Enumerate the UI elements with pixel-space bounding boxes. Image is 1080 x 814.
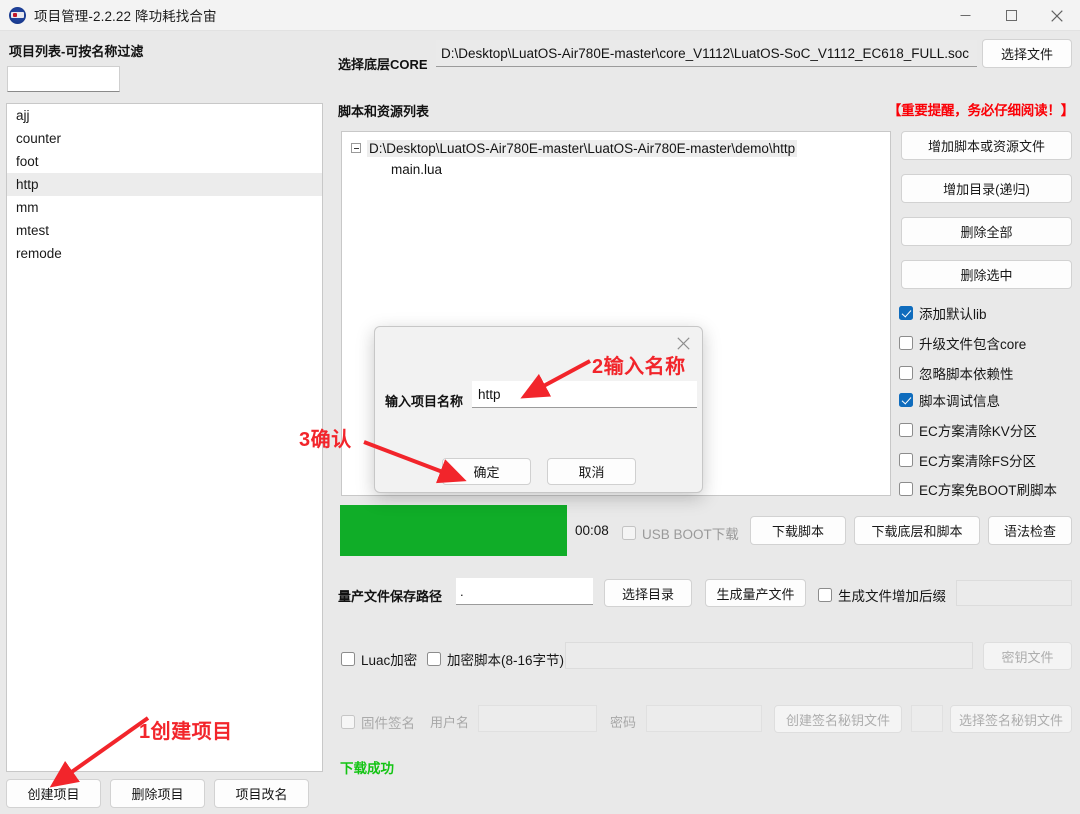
delete-all-button[interactable]: 删除全部 <box>901 217 1072 246</box>
collapse-expander-icon[interactable] <box>351 143 361 153</box>
download-core-and-script-button[interactable]: 下载底层和脚本 <box>854 516 980 545</box>
dialog-cancel-button[interactable]: 取消 <box>547 458 636 485</box>
list-item[interactable]: remode <box>7 242 322 265</box>
app-logo-icon <box>9 6 26 24</box>
key-file-button[interactable]: 密钥文件 <box>983 642 1072 670</box>
checkbox-ec-clear-fs[interactable]: EC方案清除FS分区 <box>899 450 1036 470</box>
list-item[interactable]: mtest <box>7 219 322 242</box>
checkbox-icon[interactable] <box>341 715 355 729</box>
checkbox-label: EC方案免BOOT刷脚本 <box>919 483 1058 498</box>
checkbox-add-suffix[interactable]: 生成文件增加后缀 <box>818 585 946 605</box>
checkbox-icon[interactable] <box>899 453 913 467</box>
list-item[interactable]: ajj <box>7 104 322 127</box>
checkbox-script-debug-info[interactable]: 脚本调试信息 <box>899 390 1000 410</box>
add-directory-recursive-button[interactable]: 增加目录(递归) <box>901 174 1072 203</box>
tree-child-item[interactable]: main.lua <box>391 162 890 177</box>
project-filter-input[interactable] <box>7 66 120 92</box>
choose-file-button[interactable]: 选择文件 <box>982 39 1072 68</box>
tree-root-label: D:\Desktop\LuatOS-Air780E-master\LuatOS-… <box>367 139 798 157</box>
generate-mass-production-button[interactable]: 生成量产文件 <box>705 579 806 607</box>
project-list-label: 项目列表-可按名称过滤 <box>9 44 144 59</box>
close-button[interactable] <box>1034 0 1080 31</box>
download-progress-bar <box>340 505 567 556</box>
create-signature-key-button[interactable]: 创建签名秘钥文件 <box>774 705 902 733</box>
suffix-input[interactable] <box>956 580 1072 606</box>
checkbox-icon[interactable] <box>818 588 832 602</box>
delete-project-button[interactable]: 删除项目 <box>110 779 205 808</box>
core-path-input[interactable] <box>436 40 977 67</box>
add-script-or-resource-button[interactable]: 增加脚本或资源文件 <box>901 131 1072 160</box>
tree-root-row[interactable]: D:\Desktop\LuatOS-Air780E-master\LuatOS-… <box>342 137 890 159</box>
delete-selected-button[interactable]: 删除选中 <box>901 260 1072 289</box>
project-name-input[interactable] <box>472 381 697 408</box>
minimize-button[interactable] <box>942 0 988 31</box>
checkbox-label: 生成文件增加后缀 <box>838 589 946 604</box>
checkbox-upgrade-include-core[interactable]: 升级文件包含core <box>899 333 1026 353</box>
password-input[interactable] <box>646 705 762 732</box>
script-list-label: 脚本和资源列表 <box>338 104 430 119</box>
rename-project-button[interactable]: 项目改名 <box>214 779 309 808</box>
checkbox-label: EC方案清除FS分区 <box>919 454 1037 469</box>
username-input[interactable] <box>478 705 597 732</box>
checkbox-icon[interactable] <box>899 482 913 496</box>
elapsed-timer: 00:08 <box>575 523 609 538</box>
core-label: 选择底层CORE <box>338 57 428 72</box>
mass-production-path-input[interactable] <box>456 578 593 605</box>
checkbox-label: Luac加密 <box>361 653 418 668</box>
checkbox-label: 固件签名 <box>361 716 415 731</box>
encryption-key-input[interactable] <box>565 642 973 669</box>
checkbox-icon[interactable] <box>427 652 441 666</box>
list-item[interactable]: mm <box>7 196 322 219</box>
create-project-button[interactable]: 创建项目 <box>6 779 101 808</box>
checkbox-label: 添加默认lib <box>919 307 987 322</box>
annotation-step-3: 3确认 <box>299 429 352 451</box>
checkbox-icon[interactable] <box>341 652 355 666</box>
project-list[interactable]: ajj counter foot http mm mtest remode <box>6 103 323 772</box>
checkbox-luac-encrypt[interactable]: Luac加密 <box>341 649 417 669</box>
syntax-check-button[interactable]: 语法检查 <box>988 516 1072 545</box>
checkbox-icon[interactable] <box>899 336 913 350</box>
status-message: 下载成功 <box>340 761 394 776</box>
checkbox-label: 加密脚本(8-16字节) <box>447 653 565 668</box>
list-item[interactable]: counter <box>7 127 322 150</box>
window-title: 项目管理-2.2.22 降功耗找合宙 <box>34 9 217 24</box>
annotation-step-2: 2输入名称 <box>592 356 686 378</box>
checkbox-label: USB BOOT下载 <box>642 527 739 542</box>
checkbox-icon[interactable] <box>899 393 913 407</box>
checkbox-label: 脚本调试信息 <box>919 394 1000 409</box>
checkbox-label: 忽略脚本依赖性 <box>919 367 1014 382</box>
checkbox-icon[interactable] <box>899 423 913 437</box>
checkbox-ec-clear-kv[interactable]: EC方案清除KV分区 <box>899 420 1037 440</box>
checkbox-ec-bootless-flash[interactable]: EC方案免BOOT刷脚本 <box>899 479 1057 499</box>
list-item-selected[interactable]: http <box>7 173 322 196</box>
checkbox-label: 升级文件包含core <box>919 337 1027 352</box>
list-item[interactable]: foot <box>7 150 322 173</box>
dialog-ok-button[interactable]: 确定 <box>442 458 531 485</box>
mass-production-path-label: 量产文件保存路径 <box>338 589 443 604</box>
checkbox-icon[interactable] <box>622 526 636 540</box>
signature-key-indicator <box>911 705 943 732</box>
checkbox-icon[interactable] <box>899 306 913 320</box>
select-signature-key-button[interactable]: 选择签名秘钥文件 <box>950 705 1072 733</box>
dialog-field-label: 输入项目名称 <box>385 394 464 409</box>
checkbox-add-default-lib[interactable]: 添加默认lib <box>899 303 987 323</box>
download-script-button[interactable]: 下载脚本 <box>750 516 846 545</box>
annotation-step-1: 1创建项目 <box>139 721 233 743</box>
checkbox-ignore-script-dependency[interactable]: 忽略脚本依赖性 <box>899 363 1014 383</box>
password-label: 密码 <box>610 715 637 730</box>
project-action-buttons: 创建项目 删除项目 项目改名 <box>6 779 326 808</box>
choose-directory-button[interactable]: 选择目录 <box>604 579 692 607</box>
window-title-bar: 项目管理-2.2.22 降功耗找合宙 <box>0 0 1080 31</box>
username-label: 用户名 <box>430 715 470 730</box>
checkbox-label: EC方案清除KV分区 <box>919 424 1037 439</box>
checkbox-encrypt-script[interactable]: 加密脚本(8-16字节) <box>427 649 564 669</box>
maximize-button[interactable] <box>988 0 1034 31</box>
checkbox-usb-boot-download[interactable]: USB BOOT下载 <box>622 523 739 543</box>
important-warning-text: 【重要提醒，务必仔细阅读！】 <box>887 103 1074 118</box>
checkbox-firmware-signature[interactable]: 固件签名 <box>341 712 415 732</box>
checkbox-icon[interactable] <box>899 366 913 380</box>
